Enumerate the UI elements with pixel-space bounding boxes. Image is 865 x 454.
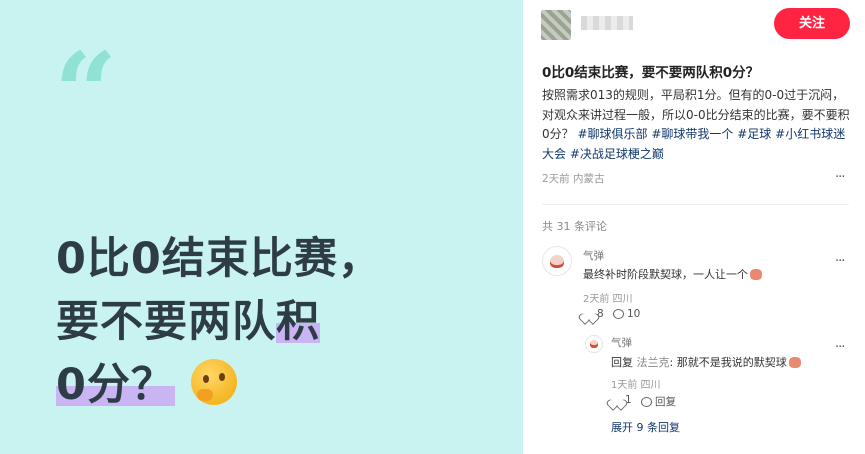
post-detail-panel: 关注 0比0结束比赛，要不要两队积0分？ 按照需求013的规则，平局积1分。但有… — [523, 0, 865, 454]
reply-reply-button[interactable]: 回复 — [641, 394, 676, 409]
post-meta: 2天前 内蒙古 — [542, 173, 605, 185]
reply-more-icon[interactable]: ··· — [835, 340, 845, 355]
pig-emoji-icon — [750, 269, 762, 280]
follow-button[interactable]: 关注 — [774, 8, 850, 39]
quote-mark: “ — [54, 28, 118, 157]
cover-title-line-2: 要不要两队积 — [56, 291, 496, 354]
comment-reply-button[interactable]: 10 — [613, 308, 640, 320]
comment-text: 最终补时阶段默契球，一人让一个 — [583, 266, 762, 282]
reply-text: 回复 法兰克: 那就不是我说的默契球 — [611, 354, 801, 370]
more-options-icon[interactable]: ··· — [835, 170, 845, 185]
reply-text-body: : 那就不是我说的默契球 — [669, 356, 787, 369]
cover-title-highlight: 0分？ — [56, 360, 175, 410]
post-cover-image: “ 0比0结束比赛， 要不要两队积 0分？ — [0, 0, 523, 454]
expand-replies-link[interactable]: 展开 9 条回复 — [611, 419, 680, 435]
reply-avatar[interactable] — [585, 335, 603, 353]
comment-bubble-icon — [641, 396, 652, 407]
reply-meta: 1天前 四川 — [611, 380, 661, 391]
reply-prefix: 回复 — [611, 356, 637, 369]
reply-name[interactable]: 气弹 — [611, 335, 632, 350]
comment-text-body: 最终补时阶段默契球，一人让一个 — [583, 268, 748, 281]
comment-bubble-icon — [613, 309, 624, 319]
comment-count: 共 31 条评论 — [542, 220, 607, 233]
post-title: 0比0结束比赛，要不要两队积0分？ — [542, 65, 760, 81]
thinking-face-icon — [190, 359, 237, 405]
cover-title-line-1: 0比0结束比赛， — [56, 234, 382, 284]
cover-title: 0比0结束比赛， 要不要两队积 0分？ — [56, 228, 496, 417]
divider — [542, 204, 849, 205]
cover-title-highlight: 积 — [276, 297, 320, 347]
pig-emoji-icon — [788, 357, 801, 368]
reply-mention[interactable]: 法兰克 — [637, 356, 670, 369]
commenter-name[interactable]: 气弹 — [583, 248, 604, 263]
cover-title-line-2-text: 要不要两队 — [56, 297, 276, 347]
heart-icon — [611, 395, 622, 405]
author-avatar[interactable] — [541, 10, 571, 40]
commenter-avatar[interactable] — [542, 246, 572, 276]
cover-title-line-3: 0分？ — [56, 354, 496, 417]
author-name[interactable] — [581, 16, 633, 30]
hashtag[interactable]: #决战足球梗之巅 — [570, 147, 664, 161]
hashtag[interactable]: #聊球俱乐部 — [577, 127, 647, 141]
comment-like-button[interactable]: 8 — [583, 308, 604, 320]
comment-more-icon[interactable]: ··· — [835, 254, 845, 269]
reply-like-button[interactable]: 1 — [611, 394, 632, 406]
reply-reply-label: 回复 — [655, 396, 676, 408]
heart-icon — [583, 309, 594, 319]
hashtag[interactable]: #足球 — [737, 127, 771, 141]
hashtag[interactable]: #聊球带我一个 — [651, 127, 733, 141]
comment-reply-count: 10 — [627, 308, 641, 320]
comment-meta: 2天前 四川 — [583, 294, 633, 305]
post-body: 按照需求013的规则，平局积1分。但有的0-0过于沉闷，对观众来讲过程一般，所以… — [542, 86, 854, 164]
